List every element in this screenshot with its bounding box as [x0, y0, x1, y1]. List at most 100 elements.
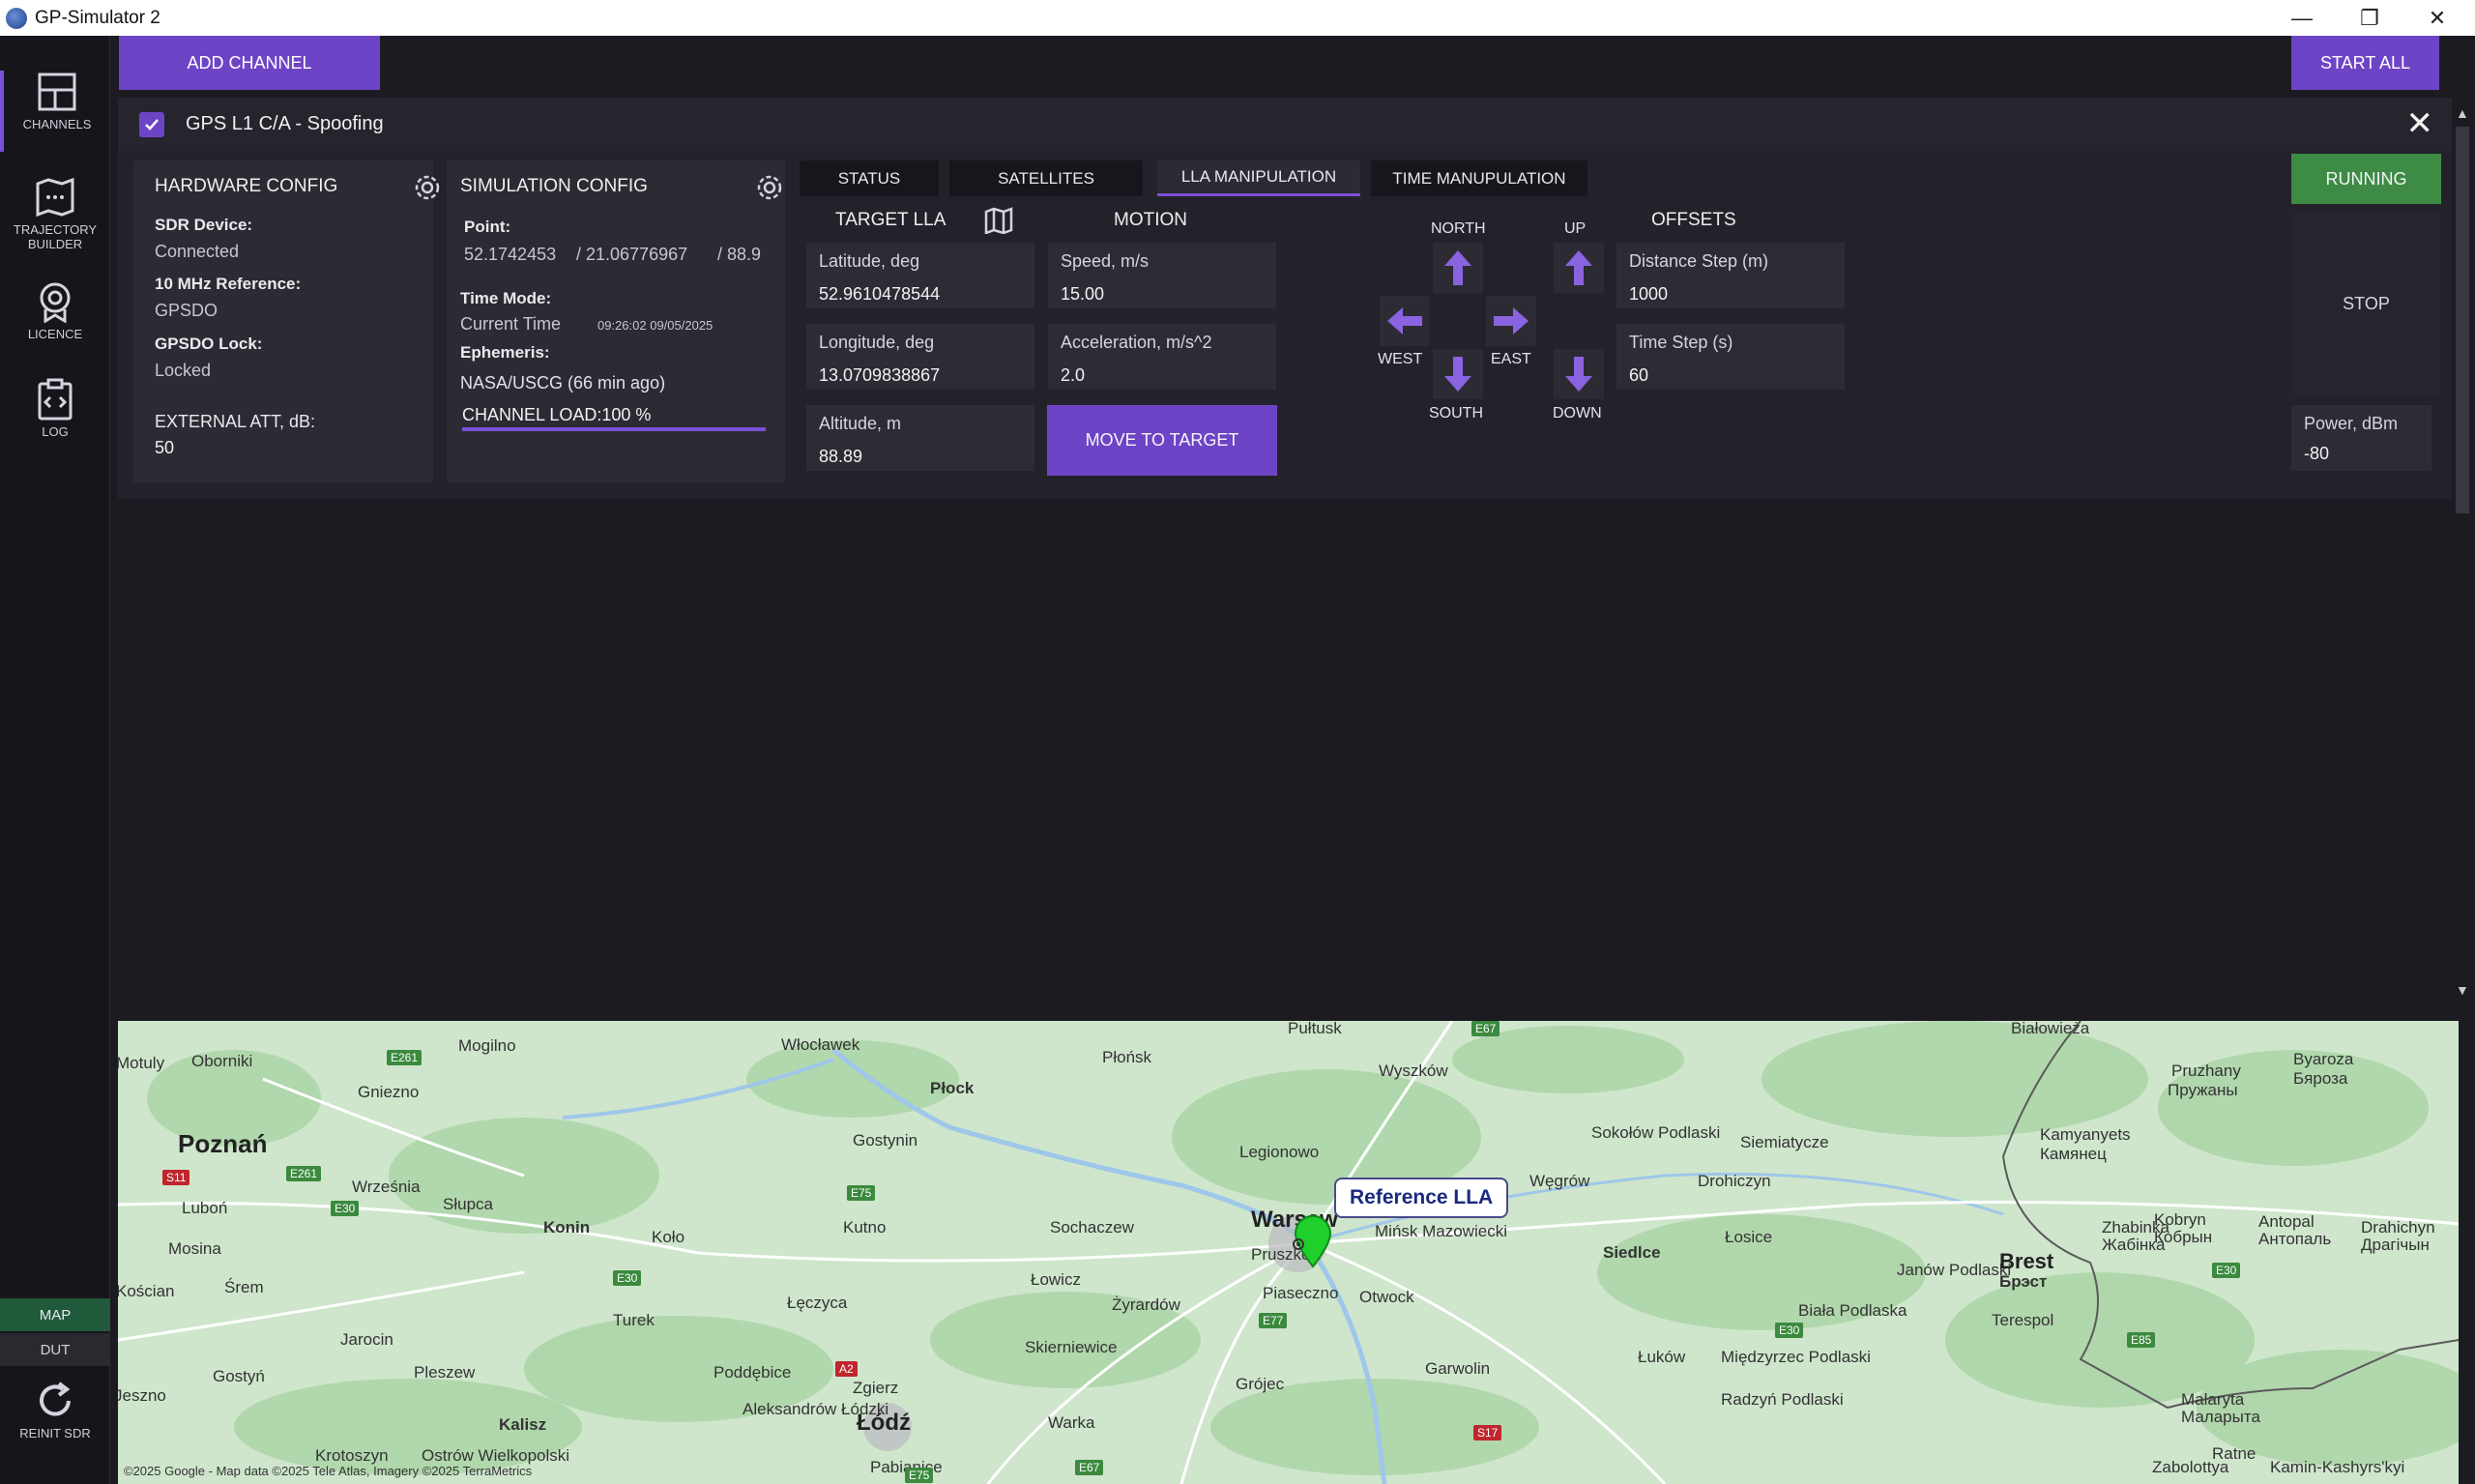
- acceleration-label: Acceleration, m/s^2: [1061, 333, 1212, 352]
- map-place-label: Brest: [1999, 1249, 2054, 1273]
- road-badge: E30: [331, 1201, 360, 1216]
- longitude-label: Longitude, deg: [819, 333, 935, 352]
- map-place-label: Janów Podlaski: [1897, 1261, 2012, 1279]
- minimize-button[interactable]: —: [2268, 0, 2336, 36]
- road-badge: E30: [613, 1270, 642, 1286]
- sidebar-item-licence[interactable]: LICENCE: [0, 280, 110, 348]
- sdr-device-label: SDR Device:: [155, 216, 253, 234]
- map-place-label: Garwolin: [1425, 1359, 1491, 1378]
- dut-toggle-button[interactable]: DUT: [0, 1333, 110, 1366]
- reference-value: GPSDO: [155, 301, 218, 320]
- north-label: NORTH: [1431, 220, 1486, 237]
- map-place-label: Zhabinka: [2102, 1218, 2169, 1237]
- simulation-settings-gear-icon[interactable]: [754, 172, 785, 203]
- simulation-config-card: SIMULATION CONFIG Point: 52.1742453 / 21…: [447, 160, 785, 482]
- channel-enable-checkbox[interactable]: [139, 112, 164, 137]
- scrollbar-thumb[interactable]: [2456, 127, 2469, 513]
- tab-status[interactable]: STATUS: [800, 160, 939, 196]
- time-step-label: Time Step (s): [1629, 333, 1733, 352]
- road-badge: E261: [387, 1050, 422, 1065]
- road-badge: E75: [905, 1468, 934, 1483]
- gpsdo-lock-label: GPSDO Lock:: [155, 335, 263, 353]
- longitude-field[interactable]: Longitude, deg 13.0709838867: [806, 324, 1034, 390]
- map-route-icon: [36, 177, 74, 218]
- map-place-label: Kamyanyets: [2040, 1125, 2131, 1144]
- time-step-field[interactable]: Time Step (s) 60: [1616, 324, 1845, 390]
- move-to-target-button[interactable]: MOVE TO TARGET: [1047, 405, 1277, 476]
- map-toggle-button[interactable]: MAP: [0, 1298, 110, 1331]
- hardware-settings-gear-icon[interactable]: [412, 172, 443, 203]
- map-place-label: Łuków: [1638, 1348, 1686, 1366]
- speed-field[interactable]: Speed, m/s 15.00: [1048, 243, 1276, 308]
- north-arrow-button[interactable]: [1433, 243, 1483, 293]
- running-status-button[interactable]: RUNNING: [2291, 154, 2441, 204]
- reference-lla-tooltip: Reference LLA: [1334, 1178, 1509, 1218]
- map-place-label: Łowicz: [1031, 1270, 1081, 1289]
- map-place-label: Ostrów Wielkopolski: [422, 1446, 570, 1465]
- scroll-up-icon[interactable]: ▲: [2456, 105, 2469, 121]
- ephemeris-value: NASA/USCG (66 min ago): [460, 373, 666, 393]
- south-arrow-button[interactable]: [1433, 349, 1483, 399]
- sidebar-item-channels[interactable]: CHANNELS: [0, 71, 110, 152]
- restore-button[interactable]: ❐: [2336, 0, 2403, 36]
- power-value: -80: [2304, 444, 2330, 463]
- sidebar-item-label: TRAJECTORY: [13, 222, 98, 237]
- sidebar-item-trajectory-builder[interactable]: TRAJECTORY BUILDER: [0, 176, 110, 257]
- channels-scrollbar[interactable]: ▲ ▼: [2452, 98, 2473, 1006]
- tab-lla-manipulation[interactable]: LLA MANIPULATION: [1157, 160, 1360, 196]
- point-latitude: 52.1742453: [464, 245, 557, 264]
- channels-grid-icon: [38, 73, 76, 111]
- current-time-value: 09:26:02 09/05/2025: [597, 318, 713, 333]
- point-altitude: / 88.9: [717, 245, 762, 264]
- arrow-down-icon: [1565, 357, 1592, 392]
- licence-badge-icon: [40, 282, 71, 323]
- altitude-value: 88.89: [819, 447, 863, 466]
- close-window-button[interactable]: ✕: [2403, 0, 2471, 36]
- external-att-value: 50: [155, 438, 175, 457]
- start-all-button[interactable]: START ALL: [2291, 36, 2439, 90]
- map-pick-icon[interactable]: [984, 207, 1013, 234]
- sidebar-item-label: LICENCE: [27, 327, 83, 341]
- map-place-label: Września: [352, 1178, 421, 1196]
- power-field[interactable]: Power, dBm -80: [2291, 405, 2431, 471]
- map-place-label: Жабінка: [2102, 1236, 2166, 1254]
- tab-time-manupulation[interactable]: TIME MANUPULATION: [1371, 160, 1587, 196]
- road-badge: E261: [286, 1166, 322, 1181]
- west-arrow-button[interactable]: [1380, 296, 1430, 346]
- tab-satellites[interactable]: SATELLITES: [949, 160, 1143, 196]
- map-place-label: Słupca: [443, 1195, 493, 1213]
- map-view[interactable]: Poznań Gniezno Oborniki Mogilno Włocławe…: [118, 1021, 2459, 1484]
- map-place-label: Sochaczew: [1050, 1218, 1134, 1237]
- road-badge: E67: [1471, 1021, 1500, 1036]
- altitude-field[interactable]: Altitude, m 88.89: [806, 405, 1034, 471]
- map-place-label: Gostynin: [853, 1131, 918, 1149]
- distance-step-field[interactable]: Distance Step (m) 1000: [1616, 243, 1845, 308]
- external-att-label: EXTERNAL ATT, dB:: [155, 412, 316, 431]
- map-place-label: Drahichyn: [2361, 1218, 2435, 1237]
- road-badge: S11: [162, 1170, 190, 1185]
- latitude-field[interactable]: Latitude, deg 52.9610478544: [806, 243, 1034, 308]
- longitude-value: 13.0709838867: [819, 365, 941, 385]
- sidebar-item-label: LOG: [42, 424, 69, 439]
- target-lla-title: TARGET LLA: [835, 210, 946, 230]
- scroll-down-icon[interactable]: ▼: [2456, 982, 2469, 998]
- west-label: WEST: [1378, 351, 1423, 367]
- up-arrow-button[interactable]: [1554, 243, 1604, 293]
- stop-button[interactable]: STOP: [2291, 212, 2441, 395]
- channel-load-bar: [462, 427, 766, 431]
- east-arrow-button[interactable]: [1486, 296, 1536, 346]
- map-place-label: Legionowo: [1239, 1143, 1320, 1161]
- sidebar-item-log[interactable]: LOG: [0, 378, 110, 446]
- channel-title: GPS L1 C/A - Spoofing: [186, 113, 384, 134]
- add-channel-button[interactable]: ADD CHANNEL: [119, 36, 380, 90]
- close-channel-icon[interactable]: ✕: [2406, 107, 2434, 140]
- down-arrow-button[interactable]: [1554, 349, 1604, 399]
- acceleration-field[interactable]: Acceleration, m/s^2 2.0: [1048, 324, 1276, 390]
- map-place-label: Zgierz: [853, 1379, 899, 1397]
- east-label: EAST: [1491, 351, 1531, 367]
- hardware-config-card: HARDWARE CONFIG SDR Device: Connected 10…: [133, 160, 440, 482]
- point-longitude: / 21.06776967: [576, 245, 688, 264]
- down-label: DOWN: [1553, 405, 1602, 422]
- reinit-sdr-button[interactable]: REINIT SDR: [0, 1380, 110, 1457]
- map-place-label: Gniezno: [358, 1083, 420, 1101]
